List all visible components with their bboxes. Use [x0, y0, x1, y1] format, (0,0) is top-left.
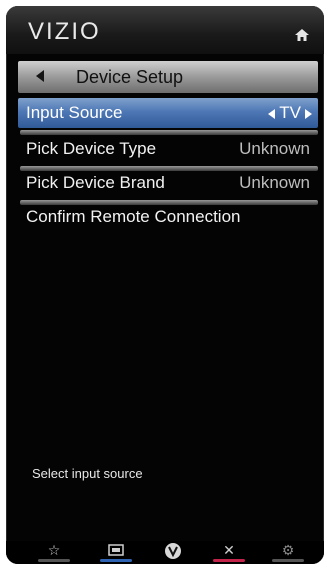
- brand-logo: VIZIO: [28, 18, 101, 45]
- star-icon: ☆: [47, 542, 61, 558]
- breadcrumb[interactable]: Device Setup: [18, 61, 318, 93]
- menu-item-label: Pick Device Brand: [26, 173, 165, 192]
- close-button[interactable]: ✕: [209, 541, 249, 564]
- right-arrow-icon[interactable]: [305, 108, 312, 119]
- menu-item-device-type[interactable]: Pick Device Type Unknown: [18, 134, 318, 164]
- menu-item-label: Confirm Remote Connection: [26, 207, 241, 226]
- screen-icon: [108, 544, 124, 556]
- star-button[interactable]: ☆: [34, 541, 74, 564]
- settings-button[interactable]: ⚙: [268, 541, 308, 564]
- left-arrow-icon[interactable]: [268, 108, 276, 119]
- menu-item-confirm-remote[interactable]: Confirm Remote Connection: [18, 202, 318, 232]
- close-icon: ✕: [223, 542, 235, 558]
- menu-item-value: Unknown: [239, 139, 310, 158]
- gear-icon: ⚙: [281, 542, 295, 558]
- back-icon[interactable]: [36, 70, 44, 82]
- menu-item-value: Unknown: [239, 173, 310, 192]
- menu-item-label: Input Source: [26, 103, 123, 122]
- tv-menu-panel: VIZIO Device Setup Input Source TV Pick …: [6, 6, 324, 564]
- breadcrumb-label: Device Setup: [76, 67, 184, 87]
- menu-item-input-source[interactable]: Input Source TV: [18, 98, 318, 128]
- v-button[interactable]: [153, 541, 193, 564]
- bottom-button-bar: ☆ ✕ ⚙: [6, 541, 324, 564]
- menu-item-label: Pick Device Type: [26, 139, 157, 158]
- input-source-value[interactable]: TV: [268, 103, 312, 123]
- home-icon[interactable]: [294, 28, 310, 42]
- v-button-icon: [165, 543, 181, 559]
- header-bar: VIZIO: [6, 6, 324, 54]
- menu-item-device-brand[interactable]: Pick Device Brand Unknown: [18, 168, 318, 198]
- help-text: Select input source: [32, 466, 143, 481]
- screen-button[interactable]: [96, 541, 136, 564]
